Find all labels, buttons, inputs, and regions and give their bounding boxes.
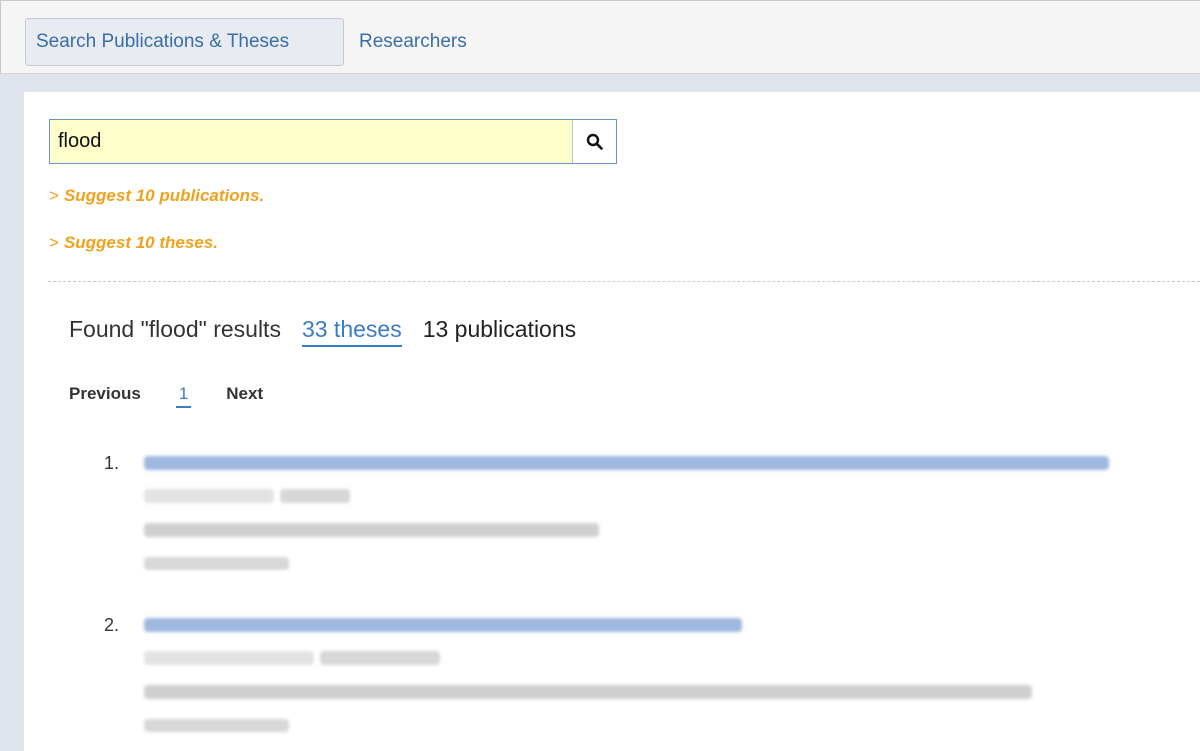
tab-researchers[interactable]: Researchers [359,18,467,66]
top-nav: Search Publications & Theses Researchers [0,0,1200,74]
main-panel: >Suggest 10 publications. >Suggest 10 th… [24,92,1200,751]
result-title-blurred[interactable] [144,456,1109,470]
result-status-blurred [280,489,350,503]
tab-search-publications[interactable]: Search Publications & Theses [25,18,344,66]
results-summary-prefix: Found "flood" results [69,316,281,342]
result-more-details-blurred[interactable] [144,719,289,732]
page-number-link[interactable]: 1 [175,384,192,408]
search-icon [586,133,603,150]
result-authors-blurred [144,685,1032,699]
theses-count-link[interactable]: 33 theses [301,316,402,347]
suggest-theses-link[interactable]: > Suggest 10 theses. [49,233,218,253]
suggest-publications-link[interactable]: > Suggest 10 publications. [49,186,264,206]
result-more-details-blurred[interactable] [144,557,289,570]
result-authors-blurred [144,523,599,537]
chevron-right-icon: > [49,186,59,205]
result-status-blurred [320,651,440,665]
pagination: Previous 1 Next [69,384,263,408]
search-button[interactable] [572,120,616,163]
tab-label: Search Publications & Theses [36,31,290,52]
next-link[interactable]: Next [226,384,263,404]
search-input[interactable] [50,120,573,163]
result-type-blurred [144,651,314,665]
suggest-label: Suggest 10 publications. [63,186,265,205]
publications-count-link[interactable]: 13 publications [423,316,576,343]
tab-label: Researchers [359,31,467,52]
result-number: 2. [104,615,120,635]
suggest-label: Suggest 10 theses. [63,233,218,252]
previous-link[interactable]: Previous [69,384,141,404]
result-number: 1. [104,453,120,473]
result-type-blurred [144,489,274,503]
result-title-blurred[interactable] [144,618,742,632]
search-bar [49,119,617,164]
divider [48,281,1200,282]
results-summary: Found "flood" results 33 theses 13 publi… [69,316,576,347]
chevron-right-icon: > [49,233,59,252]
